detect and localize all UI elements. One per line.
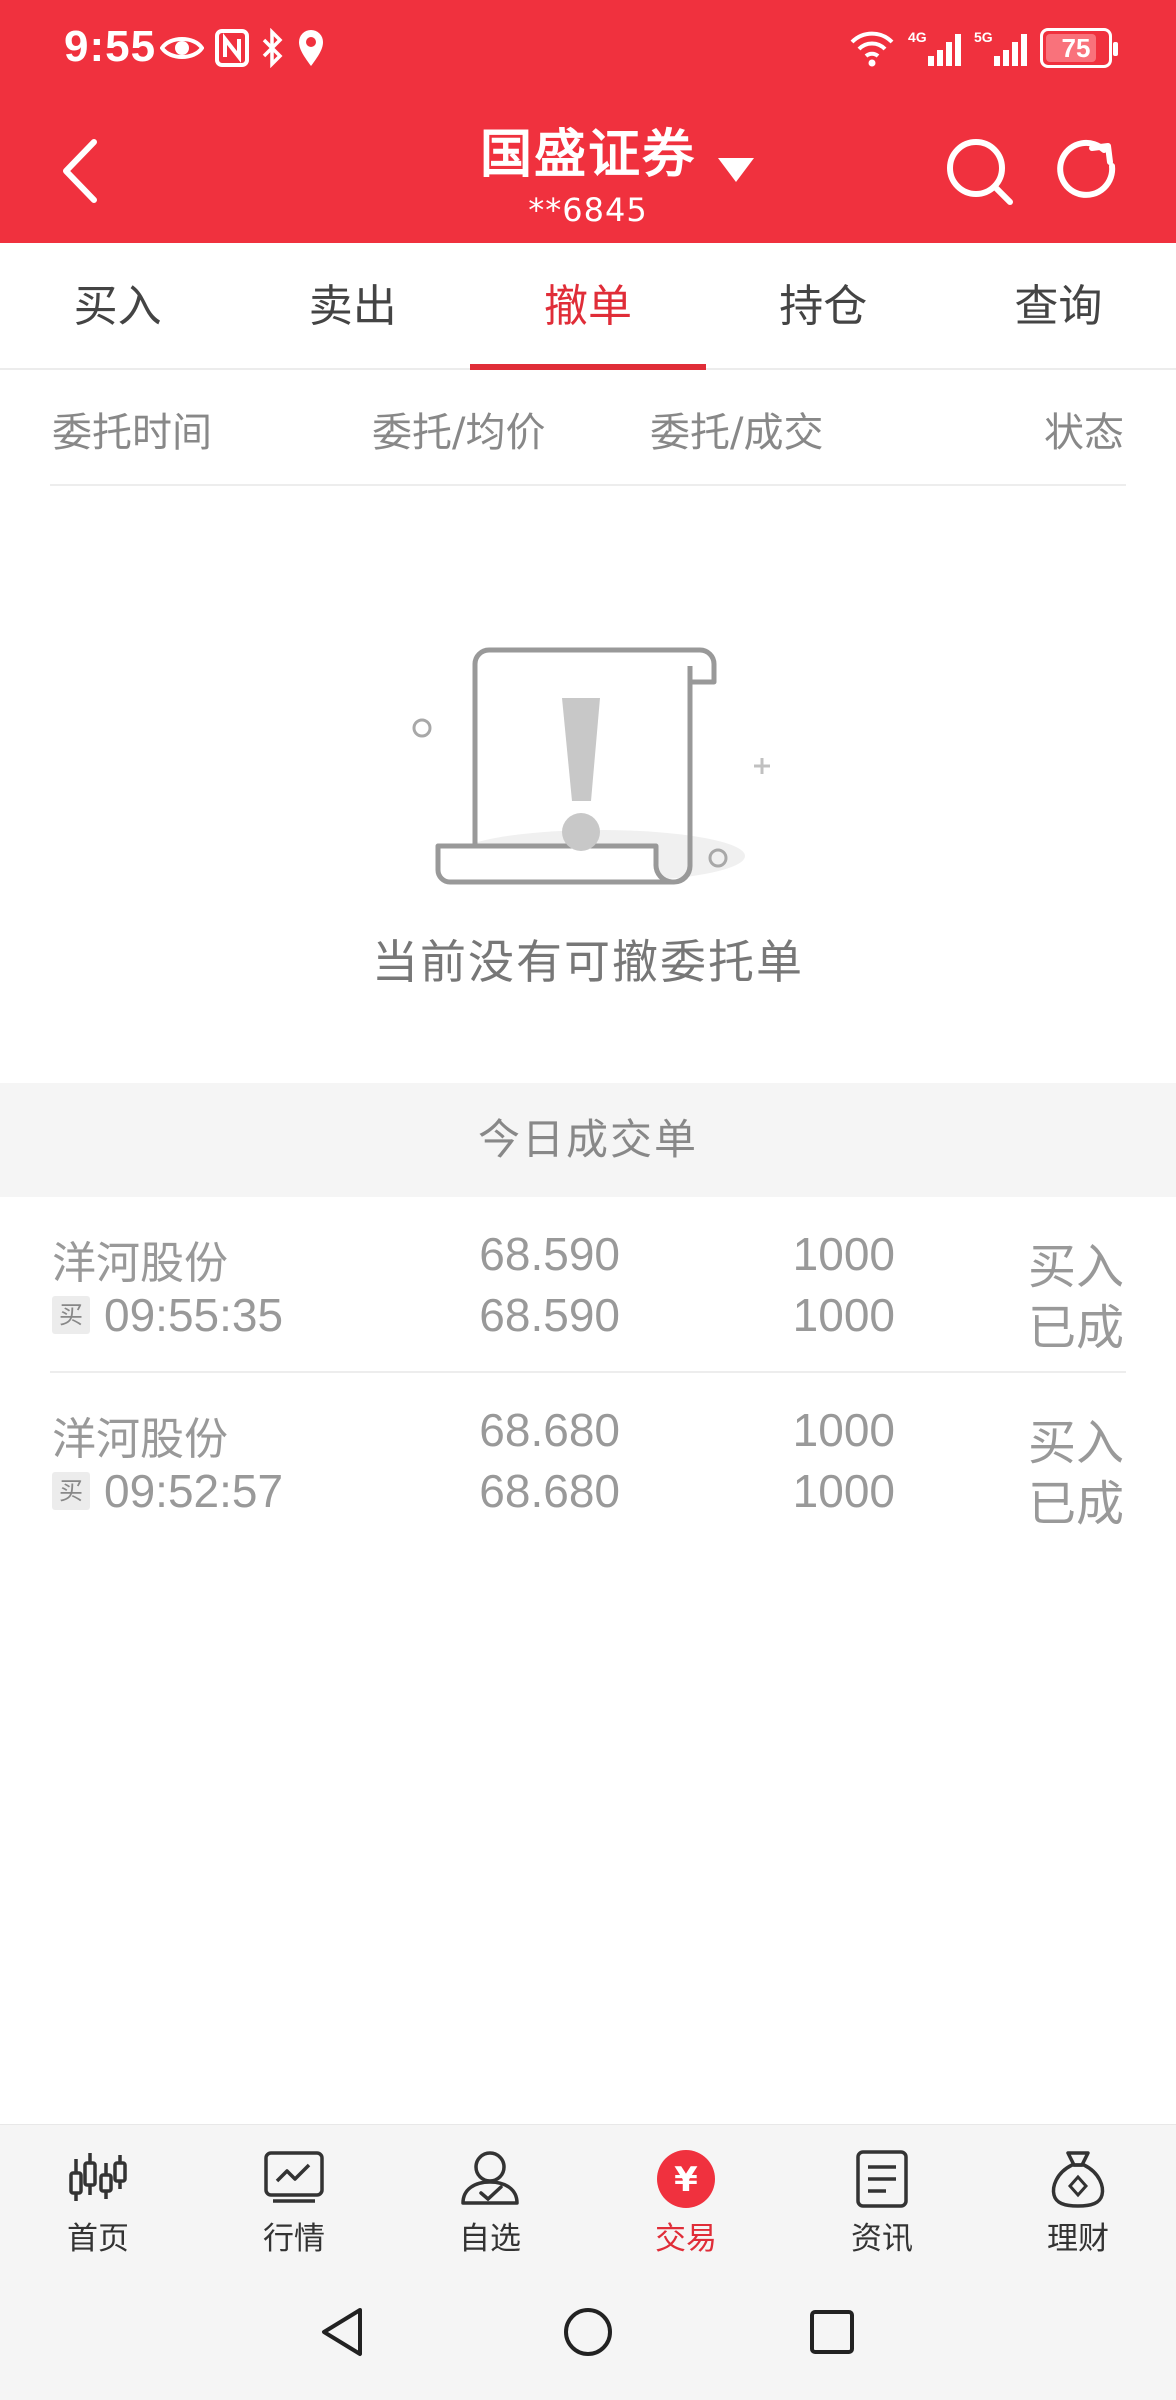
wifi-icon [850, 31, 894, 67]
signal-4g-label: 4G [908, 29, 927, 45]
system-back-button[interactable] [316, 2304, 372, 2360]
column-header: 委托时间 委托/均价 委托/成交 状态 [50, 370, 1126, 486]
status-bar: 9:55 4G 5G 75 [0, 0, 1176, 100]
deal-time: 09:55:35 [104, 1289, 284, 1341]
signal-4g-icon: 4G [908, 29, 961, 66]
nav-market[interactable]: 行情 [196, 2125, 392, 2264]
empty-state: 当前没有可撤委托单 [0, 486, 1176, 1083]
nav-label: 交易 [655, 2221, 717, 2257]
top-bar: 9:55 4G 5G 75 国盛证券 **6845 [0, 0, 1176, 243]
bottom-nav: 首页 行情 自选 ¥ 交易 资讯 理财 [0, 2124, 1176, 2264]
battery-level: 75 [1061, 32, 1091, 63]
order-qty: 1000 [792, 1228, 895, 1280]
tab-query[interactable]: 查询 [941, 243, 1176, 368]
nav-label: 理财 [1047, 2221, 1109, 2257]
direction: 买入 [1027, 1415, 1124, 1471]
bluetooth-icon [262, 28, 283, 68]
nav-wealth[interactable]: 理财 [980, 2125, 1176, 2264]
app-header: 国盛证券 **6845 [0, 100, 1176, 243]
yuan-symbol: ¥ [674, 2160, 698, 2200]
col-order-qty: 委托/成交 [650, 410, 824, 456]
status-text: 已成 [1027, 1476, 1124, 1532]
nav-label: 行情 [263, 2221, 325, 2257]
nav-label: 自选 [459, 2221, 521, 2257]
stock-name: 洋河股份 [52, 1238, 228, 1289]
nav-label: 资讯 [851, 2221, 913, 2257]
status-text: 已成 [1027, 1300, 1124, 1356]
order-price: 68.680 [479, 1404, 620, 1456]
nav-trade[interactable]: ¥ 交易 [588, 2125, 784, 2264]
chart-icon [264, 2151, 324, 2203]
refresh-button[interactable] [1052, 136, 1124, 208]
status-icons-left [160, 28, 326, 68]
nav-home[interactable]: 首页 [0, 2125, 196, 2264]
status-icons-right: 4G 5G 75 [848, 28, 1118, 68]
order-qty: 1000 [792, 1404, 895, 1456]
empty-message: 当前没有可撤委托单 [372, 935, 804, 989]
buy-tag: 买 [52, 1472, 90, 1510]
col-order-time: 委托时间 [52, 410, 212, 456]
battery-icon: 75 [1040, 28, 1118, 68]
document-icon [856, 2150, 908, 2208]
nfc-icon [215, 29, 249, 67]
signal-5g-icon: 5G [974, 29, 1027, 66]
user-check-icon [461, 2151, 519, 2205]
nav-label: 首页 [67, 2221, 129, 2257]
stock-name: 洋河股份 [52, 1414, 228, 1465]
avg-price: 68.680 [479, 1465, 620, 1517]
status-time: 9:55 [64, 22, 157, 71]
search-button[interactable] [944, 136, 1016, 208]
direction: 买入 [1027, 1239, 1124, 1295]
deal-qty: 1000 [792, 1465, 895, 1517]
trade-tabs: 买入 卖出 撤单 持仓 查询 [0, 243, 1176, 370]
order-price: 68.590 [479, 1228, 620, 1280]
tab-buy[interactable]: 买入 [0, 243, 235, 368]
system-nav-bar [0, 2264, 1176, 2400]
buy-tag: 买 [52, 1296, 90, 1334]
deal-row[interactable]: 洋河股份 买 09:55:35 68.590 68.590 1000 1000 … [50, 1197, 1126, 1373]
chevron-down-icon[interactable] [718, 158, 754, 182]
candlestick-icon [69, 2153, 127, 2201]
yuan-icon: ¥ [657, 2150, 715, 2208]
deal-row[interactable]: 洋河股份 买 09:52:57 68.680 68.680 1000 1000 … [50, 1373, 1126, 1549]
location-icon [299, 30, 323, 66]
section-title: 今日成交单 [0, 1083, 1176, 1197]
empty-document-icon [412, 647, 770, 885]
tab-cancel-order[interactable]: 撤单 [470, 243, 706, 370]
avg-price: 68.590 [479, 1289, 620, 1341]
deal-qty: 1000 [792, 1289, 895, 1341]
col-status: 状态 [1044, 410, 1124, 456]
tab-sell[interactable]: 卖出 [235, 243, 470, 368]
page-title[interactable]: 国盛证券 [480, 112, 696, 187]
tab-positions[interactable]: 持仓 [706, 243, 941, 368]
system-recents-button[interactable] [804, 2304, 860, 2360]
money-bag-icon [1051, 2151, 1105, 2208]
col-order-price: 委托/均价 [372, 410, 546, 456]
deal-list: 洋河股份 买 09:55:35 68.590 68.590 1000 1000 … [0, 1197, 1176, 1549]
eye-icon [160, 37, 204, 59]
system-home-button[interactable] [560, 2304, 616, 2360]
nav-news[interactable]: 资讯 [784, 2125, 980, 2264]
signal-5g-label: 5G [974, 29, 993, 45]
deal-time: 09:52:57 [104, 1465, 284, 1517]
nav-watchlist[interactable]: 自选 [392, 2125, 588, 2264]
